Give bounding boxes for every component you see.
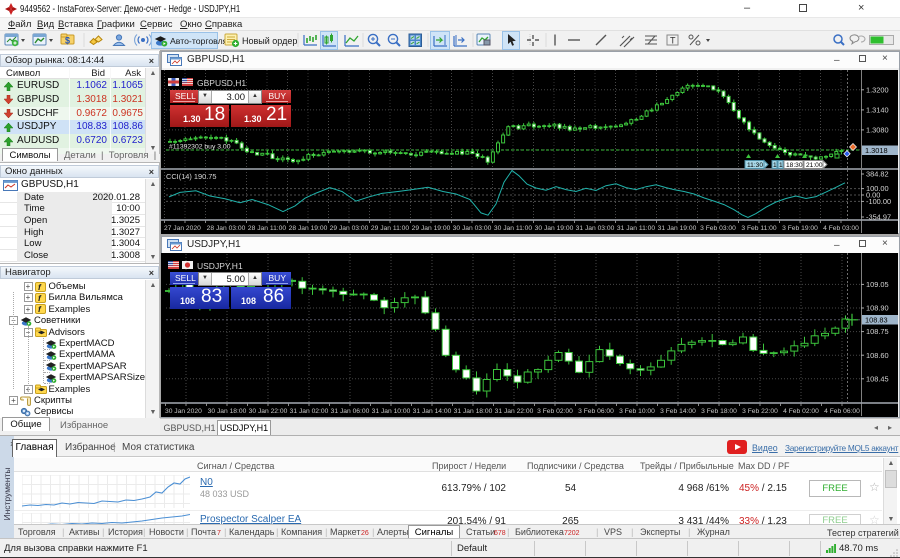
svg-text:3 Feb 14:00: 3 Feb 14:00 bbox=[660, 408, 696, 415]
svg-text:GBPUSD,H1: GBPUSD,H1 bbox=[197, 78, 246, 88]
svg-text:11:30: 11:30 bbox=[747, 162, 763, 169]
svg-text:3 Feb 02:00: 3 Feb 02:00 bbox=[537, 408, 573, 415]
svg-text:T: T bbox=[670, 36, 676, 46]
svg-text:31 Jan 03:00: 31 Jan 03:00 bbox=[576, 225, 615, 232]
svg-text:30 Jan 22:00: 30 Jan 22:00 bbox=[249, 408, 288, 415]
svg-text:4 Feb 06:00: 4 Feb 06:00 bbox=[824, 408, 860, 415]
svg-text:31 Jan 19:00: 31 Jan 19:00 bbox=[658, 225, 697, 232]
svg-text:21:00: 21:00 bbox=[806, 162, 823, 169]
svg-text:108.90: 108.90 bbox=[866, 304, 889, 313]
svg-text:31 Jan 11:00: 31 Jan 11:00 bbox=[617, 225, 655, 232]
svg-text:3 Feb 10:00: 3 Feb 10:00 bbox=[619, 408, 655, 415]
svg-text:31 Jan 06:00: 31 Jan 06:00 bbox=[331, 408, 370, 415]
svg-text:30 Jan 03:00: 30 Jan 03:00 bbox=[453, 225, 492, 232]
svg-text:3 Feb 11:00: 3 Feb 11:00 bbox=[741, 225, 776, 232]
svg-text:27 Jan 2020: 27 Jan 2020 bbox=[164, 225, 201, 232]
svg-text:28 Jan 11:00: 28 Jan 11:00 bbox=[248, 225, 286, 232]
svg-text:30 Jan 11:00: 30 Jan 11:00 bbox=[494, 225, 532, 232]
svg-text:30 Jan 19:00: 30 Jan 19:00 bbox=[535, 225, 574, 232]
svg-text:108.83: 108.83 bbox=[865, 316, 888, 325]
svg-text:28 Jan 03:00: 28 Jan 03:00 bbox=[207, 225, 246, 232]
svg-text:30 Jan 18:00: 30 Jan 18:00 bbox=[208, 408, 247, 415]
svg-text:108.75: 108.75 bbox=[866, 327, 889, 336]
svg-text:USDJPY,H1: USDJPY,H1 bbox=[197, 261, 243, 271]
svg-text:3 Feb 18:00: 3 Feb 18:00 bbox=[701, 408, 737, 415]
svg-text:3 Feb 06:00: 3 Feb 06:00 bbox=[578, 408, 614, 415]
svg-text:31 Jan 18:00: 31 Jan 18:00 bbox=[454, 408, 493, 415]
svg-text:18:30: 18:30 bbox=[786, 162, 803, 169]
svg-text:4 Feb 02:00: 4 Feb 02:00 bbox=[783, 408, 819, 415]
svg-text:3 Feb 22:00: 3 Feb 22:00 bbox=[742, 408, 778, 415]
svg-text:31 Jan 14:00: 31 Jan 14:00 bbox=[413, 408, 452, 415]
svg-text:-100.00: -100.00 bbox=[866, 197, 891, 206]
svg-text:1: 1 bbox=[773, 162, 777, 169]
svg-text:108.60: 108.60 bbox=[866, 351, 889, 360]
svg-text:CCI(14) 190.75: CCI(14) 190.75 bbox=[166, 172, 217, 181]
svg-text:-354.97: -354.97 bbox=[866, 213, 891, 222]
svg-text:1: 1 bbox=[779, 162, 783, 169]
svg-text:30 Jan 2020: 30 Jan 2020 bbox=[165, 408, 202, 415]
svg-text:1.3018: 1.3018 bbox=[865, 146, 888, 155]
svg-text:29 Jan 19:00: 29 Jan 19:00 bbox=[412, 225, 451, 232]
svg-text:109.05: 109.05 bbox=[866, 280, 889, 289]
svg-text:31 Jan 22:00: 31 Jan 22:00 bbox=[495, 408, 534, 415]
svg-text:29 Jan 11:00: 29 Jan 11:00 bbox=[371, 225, 409, 232]
svg-text:29 Jan 03:00: 29 Jan 03:00 bbox=[330, 225, 369, 232]
svg-text:31 Jan 10:00: 31 Jan 10:00 bbox=[372, 408, 411, 415]
svg-text:384.82: 384.82 bbox=[866, 170, 889, 179]
svg-text:3 Feb 03:00: 3 Feb 03:00 bbox=[700, 225, 736, 232]
svg-text:3 Feb 19:00: 3 Feb 19:00 bbox=[782, 225, 818, 232]
svg-text:108.45: 108.45 bbox=[866, 374, 889, 383]
svg-text:1.3140: 1.3140 bbox=[866, 106, 889, 115]
svg-text:28 Jan 19:00: 28 Jan 19:00 bbox=[289, 225, 328, 232]
svg-text:31 Jan 02:00: 31 Jan 02:00 bbox=[290, 408, 329, 415]
svg-text:1.3080: 1.3080 bbox=[866, 126, 889, 135]
svg-text:4 Feb 03:00: 4 Feb 03:00 bbox=[823, 225, 859, 232]
svg-text:1.3200: 1.3200 bbox=[866, 85, 889, 94]
svg-text:#11392302 buy 3.00: #11392302 buy 3.00 bbox=[169, 144, 231, 151]
